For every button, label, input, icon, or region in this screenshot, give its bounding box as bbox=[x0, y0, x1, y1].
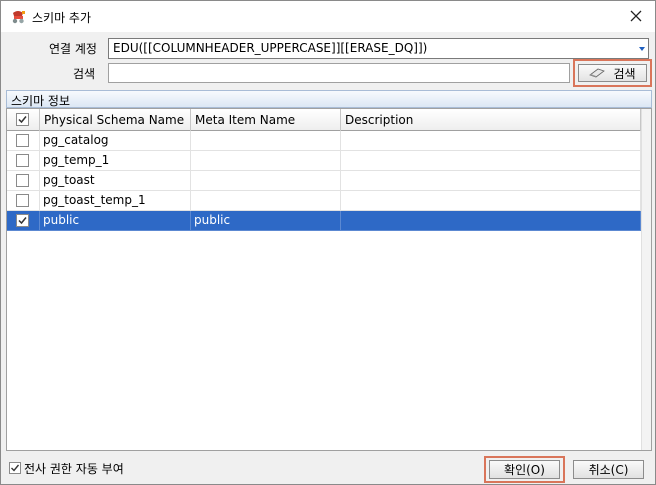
row-checkbox[interactable] bbox=[16, 194, 29, 207]
check-icon bbox=[18, 116, 27, 124]
search-input[interactable] bbox=[108, 63, 570, 83]
schema-app-icon bbox=[10, 8, 27, 25]
table-row-selected[interactable]: public public bbox=[7, 211, 641, 231]
search-label: 검색 bbox=[73, 67, 96, 81]
physical-schema-cell: pg_toast bbox=[40, 171, 191, 191]
description-cell bbox=[341, 211, 641, 231]
row-checkbox[interactable] bbox=[16, 174, 29, 187]
description-cell bbox=[341, 151, 641, 171]
search-button[interactable]: 검색 bbox=[578, 64, 647, 82]
cancel-button[interactable]: 취소(C) bbox=[573, 460, 644, 479]
search-button-label: 검색 bbox=[613, 66, 636, 81]
chevron-down-icon bbox=[639, 47, 645, 51]
meta-item-cell bbox=[191, 151, 341, 171]
ok-button[interactable]: 확인(O) bbox=[489, 460, 560, 479]
grant-permission-label: 전사 권한 자동 부여 bbox=[24, 462, 124, 476]
column-header-meta[interactable]: Meta Item Name bbox=[191, 109, 341, 131]
physical-schema-cell: pg_catalog bbox=[40, 131, 191, 151]
row-checkbox-cell bbox=[7, 211, 40, 231]
physical-schema-cell: pg_temp_1 bbox=[40, 151, 191, 171]
row-checkbox-cell bbox=[7, 171, 40, 191]
header-checkbox-cell bbox=[7, 109, 40, 131]
table-row[interactable]: pg_toast bbox=[7, 171, 641, 191]
description-cell bbox=[341, 131, 641, 151]
grid-header: Physical Schema Name Meta Item Name Desc… bbox=[7, 109, 651, 131]
schema-info-header: 스키마 정보 bbox=[6, 90, 652, 108]
select-all-checkbox[interactable] bbox=[16, 113, 29, 126]
meta-item-cell bbox=[191, 171, 341, 191]
meta-item-cell: public bbox=[191, 211, 341, 231]
connection-value: EDU([[COLUMNHEADER_UPPERCASE]][[ERASE_DQ… bbox=[113, 41, 428, 55]
window-title: 스키마 추가 bbox=[32, 11, 92, 25]
row-checkbox[interactable] bbox=[16, 134, 29, 147]
title-bar: 스키마 추가 bbox=[1, 1, 655, 32]
close-icon bbox=[630, 10, 642, 22]
search-button-highlight: 검색 bbox=[573, 59, 652, 87]
vertical-scrollbar[interactable] bbox=[641, 109, 651, 450]
description-cell bbox=[341, 191, 641, 211]
table-row[interactable]: pg_temp_1 bbox=[7, 151, 641, 171]
meta-item-cell bbox=[191, 191, 341, 211]
column-header-description[interactable]: Description bbox=[341, 109, 641, 131]
schema-grid: Physical Schema Name Meta Item Name Desc… bbox=[6, 108, 652, 451]
column-header-physical[interactable]: Physical Schema Name bbox=[40, 109, 191, 131]
row-checkbox[interactable] bbox=[16, 214, 29, 227]
row-checkbox-cell bbox=[7, 131, 40, 151]
row-checkbox-cell bbox=[7, 191, 40, 211]
physical-schema-cell: public bbox=[40, 211, 191, 231]
description-cell bbox=[341, 171, 641, 191]
row-checkbox-cell bbox=[7, 151, 40, 171]
schema-add-dialog: 스키마 추가 연결 계정 EDU([[COLUMNHEADER_UPPERCAS… bbox=[0, 0, 656, 485]
eraser-icon bbox=[589, 68, 606, 78]
row-checkbox[interactable] bbox=[16, 154, 29, 167]
connection-combobox[interactable]: EDU([[COLUMNHEADER_UPPERCASE]][[ERASE_DQ… bbox=[108, 38, 649, 59]
ok-button-highlight: 확인(O) bbox=[484, 456, 565, 483]
check-icon bbox=[11, 464, 19, 472]
section-title: 스키마 정보 bbox=[11, 94, 71, 108]
table-row[interactable]: pg_catalog bbox=[7, 131, 641, 151]
close-button[interactable] bbox=[625, 6, 647, 26]
grant-permission-checkbox[interactable] bbox=[9, 462, 21, 474]
check-icon bbox=[18, 217, 27, 225]
physical-schema-cell: pg_toast_temp_1 bbox=[40, 191, 191, 211]
connection-label: 연결 계정 bbox=[49, 42, 97, 56]
meta-item-cell bbox=[191, 131, 341, 151]
table-row[interactable]: pg_toast_temp_1 bbox=[7, 191, 641, 211]
